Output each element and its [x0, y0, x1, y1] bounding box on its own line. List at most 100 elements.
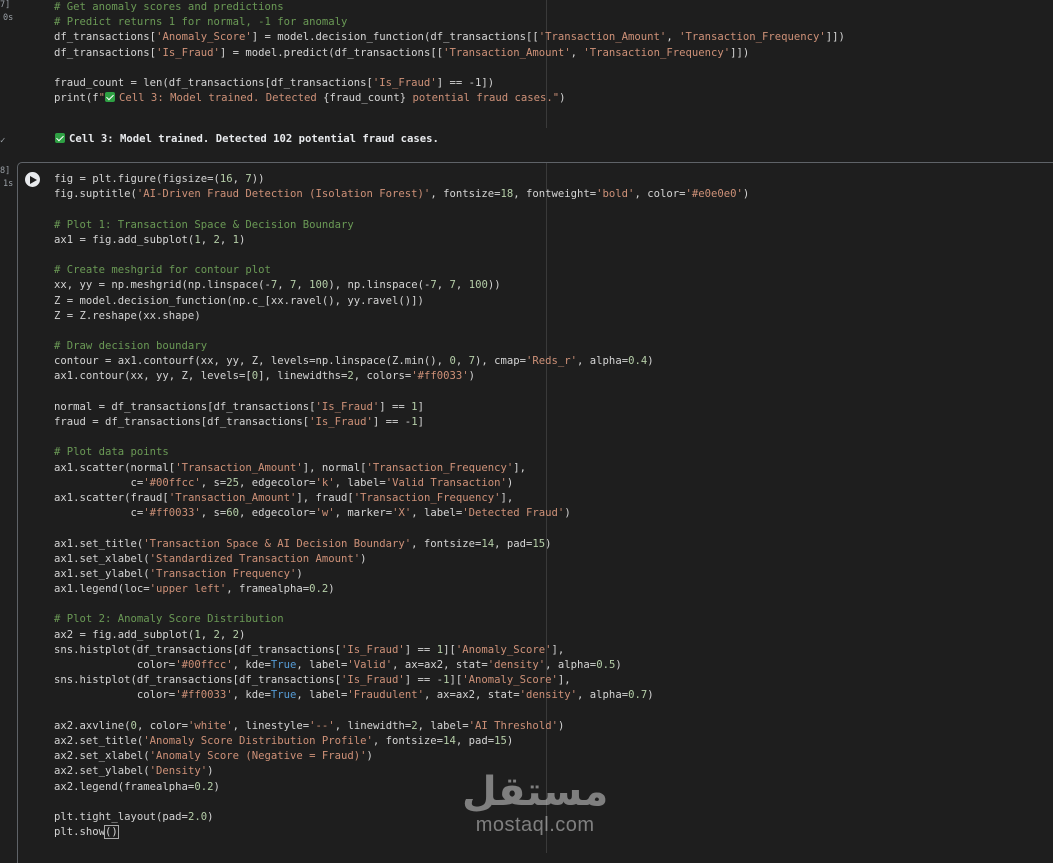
code-token: 14 — [481, 537, 495, 550]
code-cell-2[interactable]: fig = plt.figure(figsize=(16, 7)) fig.sup… — [54, 172, 1053, 840]
code-token: 15 — [494, 734, 507, 747]
code-token: ax1.legend(loc= — [54, 583, 150, 596]
code-line[interactable]: ax2.set_xlabel('Anomaly Score (Negative … — [54, 749, 1053, 764]
code-token: ] = model.predict(df_transactions[[ — [219, 46, 444, 59]
code-line[interactable]: Z = model.decision_function(np.c_[xx.rav… — [54, 294, 1053, 309]
code-token: ax2.legend(framealpha= — [54, 780, 195, 793]
code-line[interactable]: ax1.legend(loc='upper left', framealpha=… — [54, 582, 1053, 597]
code-line[interactable] — [54, 704, 1053, 719]
code-token: ]]) — [730, 46, 750, 59]
code-line[interactable]: # Plot data points — [54, 445, 1053, 460]
code-line[interactable]: sns.histplot(df_transactions[df_transact… — [54, 673, 1053, 688]
code-token: fraud = df_transactions[df_transactions[ — [54, 416, 310, 428]
code-line[interactable]: ax2 = fig.add_subplot(1, 2, 2) — [54, 628, 1053, 643]
code-token: , ax=ax2, stat= — [392, 659, 488, 671]
code-line[interactable] — [54, 61, 1053, 76]
code-line[interactable] — [54, 430, 1053, 445]
code-token: ) — [207, 810, 214, 823]
code-token: 100 — [309, 279, 329, 292]
code-line[interactable]: color='#ff0033', kde=True, label='Fraudu… — [54, 688, 1053, 703]
code-token: , — [666, 31, 680, 44]
code-line[interactable] — [54, 248, 1053, 263]
code-line[interactable] — [54, 597, 1053, 612]
code-line[interactable]: print(f" Cell 3: Model trained. Detected … — [54, 91, 1053, 106]
code-line[interactable]: normal = df_transactions[df_transactions… — [54, 400, 1053, 415]
code-token: 18 — [500, 188, 514, 201]
code-token: ], — [557, 674, 571, 687]
code-token: 'Is_Fraud' — [341, 674, 405, 687]
code-token: plt.show — [54, 826, 106, 839]
code-line[interactable] — [54, 324, 1053, 339]
code-line[interactable]: sns.histplot(df_transactions[df_transact… — [54, 643, 1053, 658]
code-comment: # Predict returns 1 for normal, -1 for a… — [54, 16, 348, 29]
code-line[interactable]: df_transactions['Is_Fraud'] = model.pred… — [54, 46, 1053, 61]
code-line[interactable]: ax1.scatter(normal['Transaction_Amount']… — [54, 461, 1053, 476]
code-token: 'bold' — [596, 188, 635, 201]
code-line[interactable]: c='#ff0033', s=60, edgecolor='w', marker… — [54, 506, 1053, 521]
code-comment: # Plot 2: Anomaly Score Distribution — [54, 613, 284, 626]
code-token: 'Standardized Transaction Amount' — [149, 552, 361, 565]
code-line[interactable]: ax2.set_title('Anomaly Score Distributio… — [54, 734, 1053, 749]
code-line[interactable]: color='#00ffcc', kde=True, label='Valid'… — [54, 658, 1053, 673]
code-token: ], — [513, 461, 526, 474]
code-token: ) — [366, 750, 373, 763]
code-token: ) — [564, 507, 571, 520]
run-cell-button[interactable] — [25, 172, 40, 187]
code-token: '#ff0033' — [175, 689, 233, 702]
code-token: ] = model.decision_function(df_transacti… — [251, 31, 539, 44]
code-line[interactable] — [54, 385, 1053, 400]
code-token: , linewidth= — [334, 719, 412, 732]
code-line[interactable] — [54, 521, 1053, 536]
code-line[interactable]: fraud_count = len(df_transactions[df_tra… — [54, 76, 1053, 91]
output-collapse-icon[interactable]: ✓ — [0, 136, 5, 146]
code-line[interactable]: ax1.scatter(fraud['Transaction_Amount'],… — [54, 491, 1053, 506]
code-line[interactable]: ax1 = fig.add_subplot(1, 2, 1) — [54, 233, 1053, 248]
code-line[interactable]: # Draw decision boundary — [54, 339, 1053, 354]
code-line[interactable]: # Plot 2: Anomaly Score Distribution — [54, 612, 1053, 627]
code-line[interactable]: ax1.set_title('Transaction Space & AI De… — [54, 537, 1053, 552]
code-token: 'Reds_r' — [526, 355, 578, 368]
code-line[interactable]: ax2.axvline(0, color='white', linestyle=… — [54, 719, 1053, 734]
code-token: , — [277, 279, 291, 292]
code-token: , edgecolor= — [238, 476, 316, 489]
code-token: ax2.set_title( — [54, 734, 144, 747]
code-line[interactable]: Z = Z.reshape(xx.shape) — [54, 309, 1053, 324]
code-token: , — [436, 279, 450, 292]
code-token: ][ — [449, 674, 463, 687]
code-token: 'Is_Fraud' — [156, 46, 220, 59]
code-token: ), np.linspace(- — [328, 279, 431, 292]
code-token: '--' — [309, 719, 335, 732]
code-token: fig.suptitle( — [54, 188, 137, 201]
code-line[interactable]: fig = plt.figure(figsize=(16, 7)) — [54, 172, 1053, 187]
code-line[interactable]: ax1.set_ylabel('Transaction Frequency') — [54, 567, 1053, 582]
code-token: ][ — [443, 643, 456, 656]
code-token: , alpha= — [545, 659, 597, 671]
code-token: , pad= — [494, 537, 533, 550]
code-token: ] == - — [372, 416, 412, 428]
code-token: ] == -1]) — [436, 76, 495, 89]
code-line[interactable]: fig.suptitle('AI-Driven Fraud Detection … — [54, 187, 1053, 202]
code-token: True — [270, 689, 297, 702]
code-token: ax2 = fig.add_subplot( — [54, 628, 195, 641]
code-token: ) — [239, 233, 246, 246]
code-token: color= — [54, 689, 176, 702]
code-line[interactable]: ax1.contour(xx, yy, Z, levels=[0], linew… — [54, 369, 1053, 384]
code-token: ) — [213, 780, 220, 793]
code-comment: # Plot data points — [54, 446, 169, 459]
code-token: ) — [296, 567, 303, 580]
code-line[interactable]: # Predict returns 1 for normal, -1 for a… — [54, 15, 1053, 30]
code-cell-1[interactable]: # Get anomaly scores and predictions # Pr… — [54, 0, 1053, 106]
code-token: ) — [360, 552, 367, 565]
code-token: , — [455, 355, 469, 368]
code-line[interactable]: # Create meshgrid for contour plot — [54, 263, 1053, 278]
code-line[interactable]: # Plot 1: Transaction Space & Decision B… — [54, 218, 1053, 233]
code-line[interactable]: contour = ax1.contourf(xx, yy, Z, levels… — [54, 354, 1053, 369]
code-line[interactable]: xx, yy = np.meshgrid(np.linspace(-7, 7, … — [54, 278, 1053, 293]
code-line[interactable] — [54, 202, 1053, 217]
code-line[interactable]: c='#00ffcc', s=25, edgecolor='k', label=… — [54, 476, 1053, 491]
code-line[interactable]: fraud = df_transactions[df_transactions[… — [54, 415, 1053, 430]
code-line[interactable]: # Get anomaly scores and predictions — [54, 0, 1053, 15]
code-line[interactable]: ax1.set_xlabel('Standardized Transaction… — [54, 552, 1053, 567]
code-token: , label= — [417, 719, 469, 732]
code-line[interactable]: df_transactions['Anomaly_Score'] = model… — [54, 30, 1053, 45]
